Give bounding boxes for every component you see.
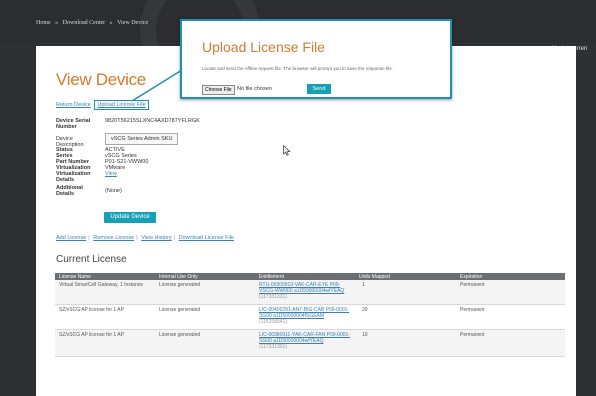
return-device-link[interactable]: Return Device: [56, 102, 91, 108]
view-history-link[interactable]: View History: [141, 235, 171, 241]
breadcrumb-home[interactable]: Home: [36, 20, 51, 26]
breadcrumb-separator: »: [55, 20, 59, 26]
serial-value: 9820T56215SLXNC4AXD787YFLRGK: [105, 118, 200, 124]
mouse-cursor-icon: [283, 145, 291, 156]
upload-license-link[interactable]: Upload License File: [97, 102, 145, 108]
send-button[interactable]: Send: [307, 84, 331, 94]
upload-license-link-highlight: Upload License File: [94, 100, 149, 110]
upload-license-popup: Upload License File Locate and send the …: [180, 19, 452, 99]
entitlement-cell: LIC-00400291-ANT-BIG-CAB P09-0001- SG00 …: [259, 307, 361, 325]
popup-description: Locate and send the offline request file…: [202, 66, 394, 71]
virtualization-details-label: Virtualization Details: [56, 171, 91, 183]
update-device-button[interactable]: Update Device: [104, 212, 156, 223]
expiration-cell: Permanent: [460, 307, 485, 313]
virtualization-details-view-link[interactable]: View: [105, 171, 117, 177]
units-mapped-cell: 1: [362, 282, 365, 288]
remove-license-link[interactable]: Remove License: [93, 235, 134, 241]
units-mapped-cell: 20: [362, 307, 368, 313]
serial-label: Device Serial Number: [56, 118, 91, 130]
internal-use-cell: License generated: [159, 282, 201, 288]
breadcrumb: Home » Download Center » View Device: [36, 20, 151, 26]
table-row: SZ/vSCG AP license for 1 AP License gene…: [55, 330, 565, 357]
description-field[interactable]: vSCG Series Admin SKU: [105, 133, 179, 145]
entitlement-id: (116258541): [259, 319, 287, 325]
internal-use-cell: License generated: [159, 307, 201, 313]
entitlement-id: (117331301): [259, 344, 287, 350]
choose-file-button[interactable]: Choose File: [202, 85, 235, 95]
additional-details-label: Additional Details: [56, 185, 83, 197]
breadcrumb-download-center[interactable]: Download Center: [63, 20, 106, 26]
download-license-file-link[interactable]: Download License File: [179, 235, 234, 241]
expiration-cell: Permanent: [460, 282, 485, 288]
entitlement-cell: LIC-00380911-YAK-CAR-FAN P09-0001- SG00 …: [259, 332, 361, 350]
add-license-link[interactable]: Add License: [56, 235, 86, 241]
license-name-cell: SZ/vSCG AP license for 1 AP: [59, 332, 124, 338]
top-links: Return Device Upload License File: [56, 100, 149, 110]
table-header: License Name Internal Use Only Entitleme…: [55, 273, 565, 280]
license-name-cell: Virtual SmartCell Gateway, 1 Instance: [59, 282, 144, 288]
entitlement-cell: RTU-00309910-VAK-CAR-EYE P09- VSCG-WW000…: [259, 282, 361, 300]
units-mapped-cell: 10: [362, 332, 368, 338]
page-title: View Device: [56, 70, 146, 89]
breadcrumb-view-device: View Device: [117, 20, 149, 26]
table-row: SZ/vSCG AP license for 1 AP License gene…: [55, 305, 565, 330]
current-license-heading: Current License: [56, 254, 127, 265]
license-name-cell: SZ/vSCG AP license for 1 AP: [59, 307, 124, 313]
entitlement-id: (117331331): [259, 294, 287, 300]
internal-use-cell: License generated: [159, 332, 201, 338]
breadcrumb-separator: »: [109, 20, 113, 26]
license-table: License Name Internal Use Only Entitleme…: [55, 273, 565, 357]
table-row: Virtual SmartCell Gateway, 1 Instance Li…: [55, 280, 565, 305]
no-file-chosen-text: No file chosen: [237, 86, 272, 92]
license-actions: Add License | Remove License | View Histor…: [56, 235, 234, 241]
popup-title: Upload License File: [202, 39, 325, 55]
expiration-cell: Permanent: [460, 332, 485, 338]
additional-details-value: (None): [105, 188, 122, 194]
